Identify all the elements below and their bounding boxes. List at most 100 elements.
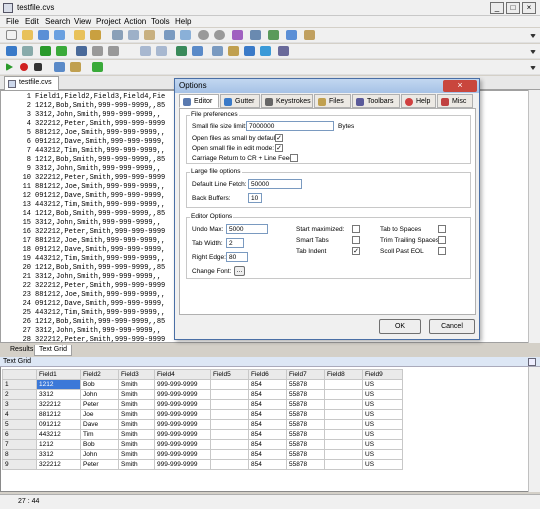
grid-cell[interactable]: 55878 (286, 409, 325, 420)
grid-cell[interactable]: 999-999-9999 (154, 449, 211, 460)
grid-cell[interactable] (210, 449, 249, 460)
table-row[interactable]: 2 3312 John Smith 999-999-9999 854 55878 US (2, 389, 403, 400)
grid-cell[interactable]: 55878 (286, 419, 325, 430)
grid-cell[interactable]: Smith (118, 409, 155, 420)
find-icon[interactable] (180, 30, 191, 40)
editor-line[interactable]: 12 091212,Dave,Smith,999-999-9999, (1, 192, 166, 201)
grid-cell[interactable]: Peter (80, 399, 119, 410)
grid-cell[interactable]: Smith (118, 399, 155, 410)
open-small-default-checkbox[interactable]: ✓ (275, 134, 283, 142)
grid-cell[interactable]: 999-999-9999 (154, 379, 211, 390)
grid-cell[interactable] (210, 429, 249, 440)
grid-cell[interactable]: US (362, 459, 403, 470)
indent-icon[interactable] (6, 46, 17, 56)
tab-width-input[interactable]: 2 (226, 238, 244, 248)
editor-line[interactable]: 8 1212,Bob,Smith,999-999-9999,,85 (1, 156, 165, 165)
editor-line[interactable]: 22 322212,Peter,Smith,999-999-9999 (1, 282, 166, 291)
tab-files[interactable]: Files (314, 94, 351, 108)
tab-misc[interactable]: Misc (437, 94, 473, 108)
grid-cell[interactable]: 999-999-9999 (154, 399, 211, 410)
tab-toolbars[interactable]: Toolbars (352, 94, 400, 108)
grid-cell[interactable]: Smith (118, 419, 155, 430)
grid-cell[interactable]: Smith (118, 389, 155, 400)
editor-line[interactable]: 7 443212,Tim,Smith,999-999-9999,, (1, 147, 165, 156)
grid-cell[interactable]: 854 (248, 409, 287, 420)
carriage-return-checkbox[interactable] (290, 154, 298, 162)
run-all-icon[interactable] (56, 46, 67, 56)
grid-column-header[interactable]: Field3 (118, 369, 155, 380)
folder-icon[interactable] (228, 46, 239, 56)
grid-cell[interactable] (210, 439, 249, 450)
grid-cell[interactable]: 443212 (36, 429, 81, 440)
grid-cell[interactable]: 55878 (286, 399, 325, 410)
dialog-close-button[interactable]: × (443, 80, 477, 92)
editor-line[interactable]: 28 322212,Peter,Smith,999-999-9999 (1, 336, 166, 342)
grid-cell[interactable]: US (362, 429, 403, 440)
grid-cell[interactable] (210, 459, 249, 470)
grid-cell[interactable]: US (362, 409, 403, 420)
minimize-button[interactable]: _ (490, 2, 504, 14)
table-row[interactable]: 6 443212 Tim Smith 999-999-9999 854 55878 US (2, 429, 403, 440)
grid-cell[interactable]: US (362, 419, 403, 430)
editor-line[interactable]: 16 322212,Peter,Smith,999-999-9999 (1, 228, 166, 237)
grid-view-icon[interactable] (176, 46, 187, 56)
undo-icon[interactable] (198, 30, 209, 40)
record-icon[interactable] (20, 63, 28, 71)
grid-cell[interactable]: John (80, 389, 119, 400)
editor-line[interactable]: 3 3312,John,Smith,999-999-9999,, (1, 111, 161, 120)
ok-button[interactable]: OK (379, 319, 421, 334)
table-row[interactable]: 1 1212 Bob Smith 999-999-9999 854 55878 US (2, 379, 403, 390)
lock-icon[interactable] (140, 46, 151, 56)
grid-cell[interactable]: 999-999-9999 (154, 389, 211, 400)
grid-cell[interactable]: 55878 (286, 429, 325, 440)
bookmark-prev-icon[interactable] (76, 46, 87, 56)
tab-indent-checkbox[interactable]: ✓ (352, 247, 360, 255)
new-file-icon[interactable] (6, 30, 17, 40)
arrow-left-icon[interactable] (92, 46, 103, 56)
tab-results[interactable]: Results (6, 345, 37, 356)
grid-cell[interactable] (210, 379, 249, 390)
editor-line[interactable]: 10 322212,Peter,Smith,999-999-9999 (1, 174, 166, 183)
grid-cell[interactable] (324, 449, 363, 460)
editor-line[interactable]: 24 091212,Dave,Smith,999-999-9999, (1, 300, 166, 309)
small-file-limit-input[interactable]: 7000000 (246, 121, 334, 131)
grid-cell[interactable] (324, 379, 363, 390)
macro-load-icon[interactable] (70, 62, 81, 72)
grid-cell[interactable]: 854 (248, 429, 287, 440)
table-row[interactable]: 4 881212 Joe Smith 999-999-9999 854 55878 US (2, 409, 403, 420)
editor-line[interactable]: 18 091212,Dave,Smith,999-999-9999, (1, 246, 166, 255)
grid-cell[interactable]: 999-999-9999 (154, 409, 211, 420)
grid-cell[interactable] (210, 389, 249, 400)
back-buffers-input[interactable]: 10 (248, 193, 262, 203)
unindent-icon[interactable] (22, 46, 33, 56)
data-grid[interactable]: Field1 Field2 Field3 Field4 Field5 Field6 Fiel… (2, 369, 403, 470)
table-row[interactable]: 3 322212 Peter Smith 999-999-9999 854 55878 US (2, 399, 403, 410)
editor-line[interactable]: 17 881212,Joe,Smith,999-999-9999,, (1, 237, 166, 246)
grid-cell[interactable]: Smith (118, 449, 155, 460)
grid-cell[interactable]: 55878 (286, 439, 325, 450)
grid-cell[interactable]: 999-999-9999 (154, 419, 211, 430)
grid-cell[interactable]: 999-999-9999 (154, 439, 211, 450)
grid-cell[interactable] (210, 399, 249, 410)
print-preview-icon[interactable] (156, 46, 167, 56)
grid-cell[interactable]: 881212 (36, 409, 81, 420)
open-folder-icon[interactable] (22, 30, 33, 40)
cancel-button[interactable]: Cancel (429, 319, 475, 334)
macro-icon[interactable] (250, 30, 261, 40)
smart-tabs-checkbox[interactable] (352, 236, 360, 244)
menu-action[interactable]: Action (124, 17, 146, 26)
grid-cell[interactable]: 1212 (36, 379, 81, 390)
menu-tools[interactable]: Tools (151, 17, 170, 26)
grid-cell[interactable]: 3312 (36, 449, 81, 460)
tab-text-grid[interactable]: Text Grid (34, 345, 73, 356)
bookmark-icon[interactable] (232, 30, 243, 40)
grid-cell[interactable] (324, 409, 363, 420)
window-icon[interactable] (244, 46, 255, 56)
grid-cell[interactable]: 854 (248, 379, 287, 390)
grid-column-header[interactable]: Field5 (210, 369, 249, 380)
grid-cell[interactable]: John (80, 449, 119, 460)
editor-scrollbar[interactable] (528, 90, 540, 343)
open-project-icon[interactable] (74, 30, 85, 40)
editor-line[interactable]: 15 3312,John,Smith,999-999-9999,, (1, 219, 161, 228)
redo-icon[interactable] (214, 30, 225, 40)
